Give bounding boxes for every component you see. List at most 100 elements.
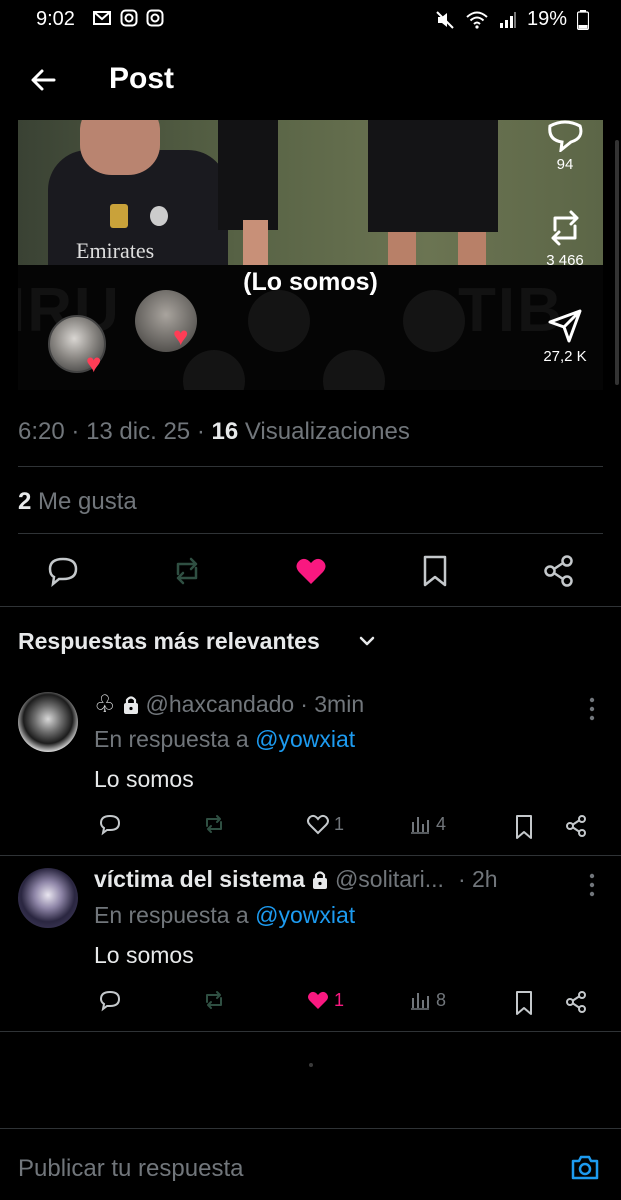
divider xyxy=(0,1031,621,1032)
reply-reply-button[interactable] xyxy=(98,812,122,836)
reply-actions: 1 4 xyxy=(94,812,604,842)
meta-sep: · xyxy=(196,418,205,445)
repost-icon[interactable] xyxy=(170,554,204,588)
repost-icon xyxy=(206,815,222,833)
reply-like-button[interactable]: 1 xyxy=(306,812,344,836)
likes-label: Me gusta xyxy=(38,488,137,515)
reply-repost-button[interactable] xyxy=(202,812,226,836)
lock-icon xyxy=(123,695,138,714)
media-repost[interactable]: 3 466 xyxy=(535,208,595,269)
reply-icon xyxy=(99,990,121,1012)
repost-icon[interactable] xyxy=(547,208,583,248)
like-icon-active[interactable] xyxy=(294,554,328,588)
post-date: 13 dic. 25 xyxy=(86,418,191,445)
in-reply-to: En respuesta a @yowxiat xyxy=(94,726,355,753)
post-media[interactable]: Emirates IRU TIB ♥ ♥ (Lo somos) xyxy=(18,120,603,390)
player-legs xyxy=(368,120,498,232)
bookmark-icon[interactable] xyxy=(418,554,452,588)
mention-link[interactable]: @yowxiat xyxy=(255,902,355,928)
player-legs xyxy=(243,220,268,265)
reply-repost-button[interactable] xyxy=(202,988,226,1012)
in-reply-to: En respuesta a @yowxiat xyxy=(94,902,355,929)
camera-icon[interactable] xyxy=(569,1151,601,1183)
chevron-down-icon[interactable] xyxy=(358,632,376,650)
reply-icon[interactable] xyxy=(46,554,80,588)
heart-filled-icon xyxy=(308,991,328,1009)
reply-item[interactable]: ♧ @haxcandado · 3min En respuesta a @yow… xyxy=(0,684,621,854)
reply-views-button[interactable]: 8 xyxy=(408,988,446,1012)
lock-icon xyxy=(312,870,327,889)
avatar[interactable] xyxy=(18,868,78,928)
media-reply[interactable]: 94 xyxy=(535,120,595,173)
reply-time: · 3min xyxy=(300,691,365,717)
media-share[interactable]: 27,2 K xyxy=(535,308,595,365)
loading-dot xyxy=(309,1063,313,1067)
in-reply-prefix: En respuesta a xyxy=(94,726,249,752)
page-title: Post xyxy=(109,62,175,95)
reply-header: ♧ @haxcandado · 3min xyxy=(94,690,364,719)
reply-reply-button[interactable] xyxy=(98,988,122,1012)
reply-header: víctima del sistema @solitari... · 2h xyxy=(94,866,498,893)
reply-input[interactable]: Publicar tu respuesta xyxy=(18,1155,243,1183)
instagram-icon xyxy=(146,9,164,27)
scrollbar[interactable] xyxy=(615,140,619,385)
player-legs xyxy=(388,232,416,265)
bookmark-icon[interactable] xyxy=(512,990,536,1016)
status-time: 9:02 xyxy=(36,8,75,30)
heart-outline-icon xyxy=(307,814,329,835)
in-reply-prefix: En respuesta a xyxy=(94,902,249,928)
shirt-sponsor: Emirates xyxy=(76,238,155,263)
more-vertical-icon[interactable] xyxy=(587,696,597,722)
post-time: 6:20 xyxy=(18,418,65,445)
replies-sort-title[interactable]: Respuestas más relevantes xyxy=(18,628,320,655)
app-header: Post xyxy=(0,52,621,110)
reply-view-count: 8 xyxy=(436,989,447,1010)
reply-text: Lo somos xyxy=(94,942,194,968)
heart-emoji: ♥ xyxy=(173,321,189,351)
reply-time: · 2h xyxy=(457,866,498,892)
likes-count: 2 xyxy=(18,488,32,515)
player-legs xyxy=(218,120,278,230)
likes-summary[interactable]: 2 Me gusta xyxy=(18,488,137,516)
mute-icon xyxy=(436,10,454,29)
reply-view-count: 4 xyxy=(436,813,447,834)
media-reply-count: 94 xyxy=(556,156,574,173)
sad-face-emoji xyxy=(248,290,310,352)
reply-author-name[interactable]: víctima del sistema xyxy=(94,866,305,893)
share-icon[interactable] xyxy=(564,990,588,1014)
post-meta: 6:20 · 13 dic. 25 · 16 Visualizaciones xyxy=(18,418,410,446)
post-action-bar xyxy=(0,548,621,594)
media-caption: (Lo somos) xyxy=(243,268,378,296)
divider xyxy=(0,606,621,607)
sad-face-emoji xyxy=(183,350,245,390)
signal-icon xyxy=(499,11,516,28)
video-frame: Emirates xyxy=(18,120,603,265)
bookmark-icon[interactable] xyxy=(512,814,536,840)
reply-handle[interactable]: @haxcandado xyxy=(146,691,295,718)
views-icon xyxy=(411,993,429,1010)
reply-views-button[interactable]: 4 xyxy=(408,812,446,836)
reply-composer[interactable]: Publicar tu respuesta xyxy=(0,1128,621,1200)
divider xyxy=(18,466,603,467)
avatar[interactable] xyxy=(18,692,78,752)
share-icon[interactable] xyxy=(564,814,588,838)
wifi-icon xyxy=(466,11,488,29)
more-vertical-icon[interactable] xyxy=(587,872,597,898)
battery-percent: 19% xyxy=(526,8,567,30)
reply-like-button[interactable]: 1 xyxy=(306,988,344,1012)
sad-face-emoji xyxy=(323,350,385,390)
player-legs xyxy=(458,232,486,265)
reply-handle[interactable]: @solitari... xyxy=(335,866,444,893)
mention-link[interactable]: @yowxiat xyxy=(255,726,355,752)
reply-text: Lo somos xyxy=(94,766,194,792)
reply-like-count: 1 xyxy=(334,989,345,1010)
views-count: 16 xyxy=(211,418,239,445)
share-icon[interactable] xyxy=(542,554,576,588)
arrow-left-icon[interactable] xyxy=(28,64,60,96)
reply-item[interactable]: víctima del sistema @solitari... · 2h En… xyxy=(0,860,621,1030)
send-icon[interactable] xyxy=(547,308,583,344)
meta-sep: · xyxy=(71,418,80,445)
comment-icon[interactable] xyxy=(547,120,583,152)
battery-icon xyxy=(577,9,589,30)
views-label[interactable]: Visualizaciones xyxy=(245,418,410,445)
